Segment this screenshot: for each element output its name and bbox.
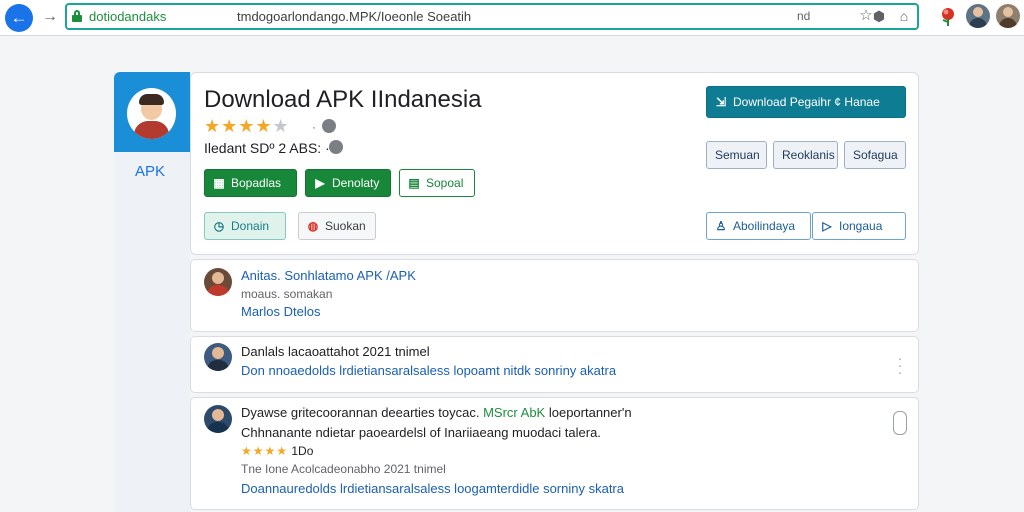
more-icon[interactable]: · · · xyxy=(896,351,904,379)
chip-reoklanis[interactable]: Reoklanis xyxy=(773,141,838,169)
rail-label: APK xyxy=(134,163,165,180)
play-icon: ▷ xyxy=(822,219,832,233)
download-icon: ⇲ xyxy=(715,95,727,109)
attachment-icon[interactable] xyxy=(893,411,907,435)
app-meta: Iledant SDº 2 ABS: · xyxy=(204,140,330,156)
item-link[interactable]: Doannauredolds lrdietiansaralsaless loog… xyxy=(241,481,624,496)
play-icon: ▶ xyxy=(315,176,325,190)
avatar xyxy=(204,343,232,371)
item-title: Danlals lacaoattahot 2021 tnimel xyxy=(241,344,430,359)
shield-icon: ◍ xyxy=(307,219,319,233)
bopadlas-button[interactable]: ▦ Bopadlas xyxy=(204,169,297,197)
donain-button[interactable]: ◷ Donain xyxy=(204,212,286,240)
star-icon: ★★★★ xyxy=(241,444,289,458)
download-regular-button[interactable]: ⇲ Download Pegaihr ¢ Hanae xyxy=(706,86,906,118)
aboilindaya-button[interactable]: ♙ Aboilindaya xyxy=(706,212,811,240)
item-meta: Tne Ione Acolcadeonabho 2021 tnimel xyxy=(241,462,446,476)
flower-icon[interactable] xyxy=(937,5,959,27)
grid-icon: ▦ xyxy=(213,176,225,190)
profile-avatar-icon[interactable] xyxy=(966,4,990,28)
user-icon: ♙ xyxy=(715,219,727,233)
rating-separator: · xyxy=(312,120,316,134)
lock-icon xyxy=(72,10,82,22)
item-title[interactable]: Anitas. Sonhlatamo APK /APK xyxy=(241,268,416,283)
rating-stars: ★★★★★ xyxy=(204,116,290,137)
document-icon: ▤ xyxy=(408,176,420,190)
avatar xyxy=(204,268,232,296)
address-action[interactable]: nd xyxy=(797,9,810,23)
item-link[interactable]: Don nnoaedolds lrdietiansaralsaless lopo… xyxy=(241,363,616,378)
chip-semuan[interactable]: Semuan xyxy=(706,141,767,169)
item-link[interactable]: Marlos Dtelos xyxy=(241,304,320,319)
denolaty-button[interactable]: ▶ Denolaty xyxy=(305,169,391,197)
star-empty-icon: ★ xyxy=(272,116,290,136)
back-arrow-icon[interactable]: ← xyxy=(5,4,33,32)
page-title: Download APK IIndanesia xyxy=(204,86,482,113)
clock-icon: ◷ xyxy=(213,219,225,233)
app-avatar-icon xyxy=(124,85,179,142)
extension-icon[interactable]: ⬢ xyxy=(870,7,888,25)
item-description: Chhnanante ndietar paoeardelsl of Inarii… xyxy=(241,425,601,440)
info-icon[interactable] xyxy=(322,119,336,133)
address-bar[interactable]: dotiodandaks tmdogoarlondango.MPK/Ioeonl… xyxy=(65,3,919,30)
forward-arrow-icon[interactable]: → xyxy=(40,6,60,28)
item-subtitle: moaus. somakan xyxy=(241,287,333,301)
item-rating: ★★★★ 1Do xyxy=(241,444,314,458)
suokan-button[interactable]: ◍ Suokan xyxy=(298,212,376,240)
star-icon: ★★★★ xyxy=(204,116,273,136)
sopoal-button[interactable]: ▤ Sopoal xyxy=(399,169,475,197)
avatar xyxy=(204,405,232,433)
browser-toolbar: ← → dotiodandaks tmdogoarlondango.MPK/Io… xyxy=(0,0,1024,36)
item-title: Dyawse gritecoorannan deearties toycac. … xyxy=(241,405,632,420)
account-avatar-icon[interactable] xyxy=(996,4,1020,28)
home-icon[interactable]: ⌂ xyxy=(895,7,913,25)
url-domain: dotiodandaks xyxy=(89,9,167,24)
chip-sofagua[interactable]: Sofagua xyxy=(844,141,906,169)
iongaua-button[interactable]: ▷ Iongaua xyxy=(812,212,906,240)
url-path: tmdogoarlondango.MPK/Ioeonle Soeatih xyxy=(237,9,472,24)
info-icon[interactable] xyxy=(329,140,343,154)
